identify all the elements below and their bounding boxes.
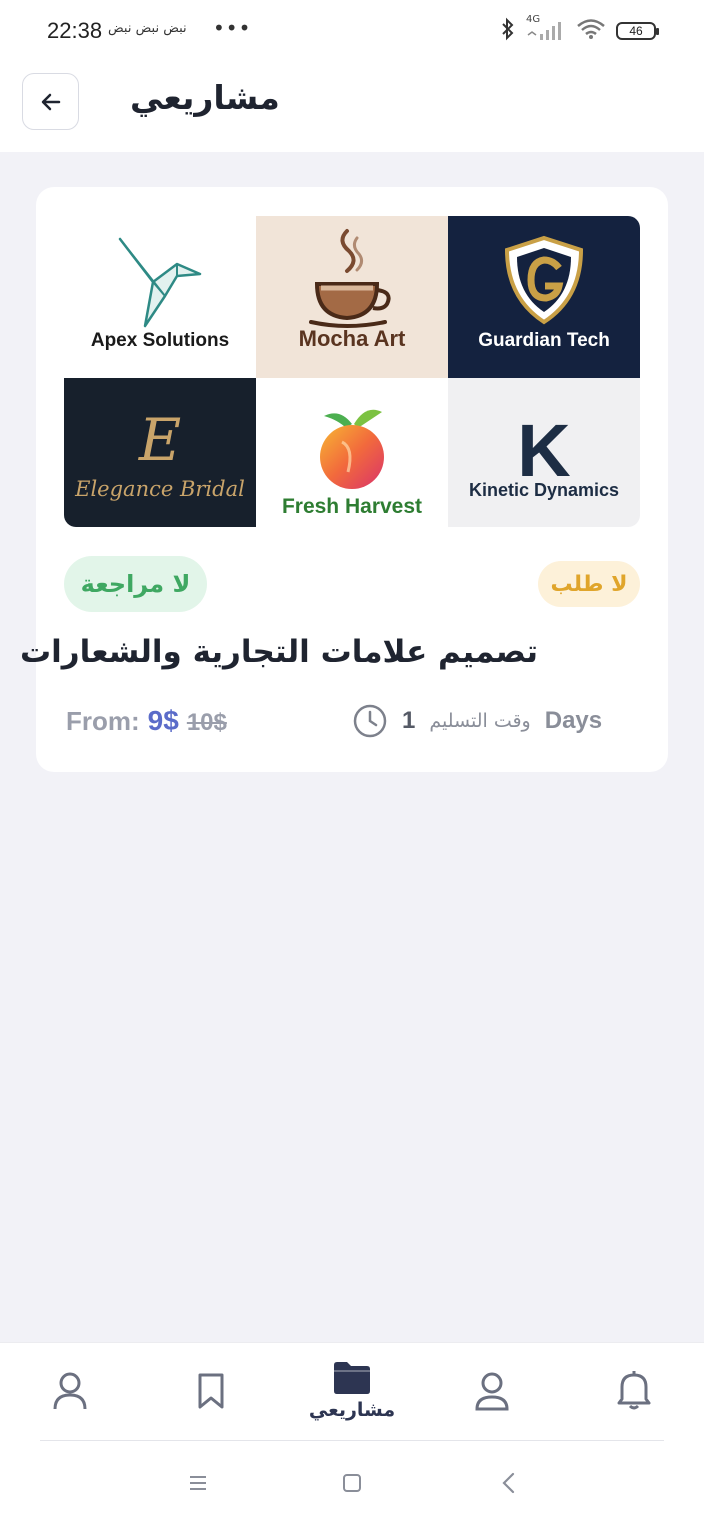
home-square-icon [343,1474,361,1492]
battery-icon: 46 [616,22,659,40]
logo-name: Guardian Tech [478,330,610,351]
order-badge: لا طلب [538,561,640,607]
status-notifications: نبض نبض نبض [108,21,187,36]
back-chevron-icon [502,1472,515,1494]
nav-divider [40,1440,664,1441]
status-icons: 4G 46 [500,14,659,45]
project-card[interactable]: Apex Solutions Mocha Art Guardian Tech E… [20,187,668,772]
page-title: مشاريعي [130,78,280,117]
logo-name: Fresh Harvest [281,495,423,518]
delivery-value: 1 [402,707,416,734]
logo-tile-guardian: Guardian Tech [448,216,640,378]
system-menu-button[interactable] [168,1461,228,1505]
delivery-label: وقت التسليم [429,710,531,732]
menu-icon [190,1476,206,1490]
status-bar: 22:38 نبض نبض نبض ••• 4G 46 [0,0,704,60]
cellular-icon: 4G [526,14,566,42]
nav-item-account[interactable] [30,1371,110,1411]
logo-name: Apex Solutions [90,330,230,351]
elegance-initial: E [138,406,182,474]
logo-gallery[interactable]: Apex Solutions Mocha Art Guardian Tech E… [64,216,640,527]
nav-item-notifications[interactable] [594,1369,674,1411]
logo-tile-mocha: Mocha Art [256,216,448,378]
price-original: 10$ [186,709,227,736]
system-home-button[interactable] [322,1461,382,1505]
status-time: 22:38 [47,18,103,43]
user-icon [475,1372,509,1411]
app-header: مشاريعي [0,60,704,152]
review-badge: لا مراجعة [64,556,207,612]
delivery-time: 1 وقت التسليم Days [352,703,602,739]
logo-tile-apex: Apex Solutions [64,216,256,378]
nav-item-projects[interactable]: مشاريعي [308,1359,396,1421]
logo-tile-elegance: E Elegance Bridal [64,378,256,527]
network-label: 4G [526,14,541,25]
logo-tile-fresh: Fresh Harvest [256,378,448,527]
back-button[interactable] [22,73,79,130]
clock-icon [353,704,387,738]
system-back-button[interactable] [478,1461,538,1505]
nav-item-saved[interactable] [171,1371,251,1411]
bluetooth-icon [500,17,516,45]
price-from-label: From: [66,706,140,736]
user-icon [53,1372,87,1410]
shield-icon [504,235,584,325]
price-current: 9$ [147,705,179,736]
folder-icon [334,1362,370,1394]
logo-tile-kinetic: K Kinetic Dynamics [448,378,640,527]
wifi-icon [576,18,606,44]
service-title: تصميم علامات التجارية والشعارات [19,634,538,670]
arrow-left-icon [41,93,60,110]
bell-icon [617,1371,651,1410]
coffee-cup-icon [309,229,391,328]
kinetic-initial: K [517,409,571,492]
fruit-icon [320,409,384,489]
status-more: ••• [213,16,252,40]
nav-item-profile[interactable] [452,1371,532,1411]
bookmark-icon [198,1373,224,1409]
price: From: 9$ 10$ [66,705,227,737]
delivery-unit: Days [544,707,603,734]
bottom-nav: مشاريعي [0,1342,704,1524]
origami-bird-icon [118,237,202,328]
nav-label: مشاريعي [308,1399,396,1421]
logo-name: Elegance Bridal [75,477,245,501]
